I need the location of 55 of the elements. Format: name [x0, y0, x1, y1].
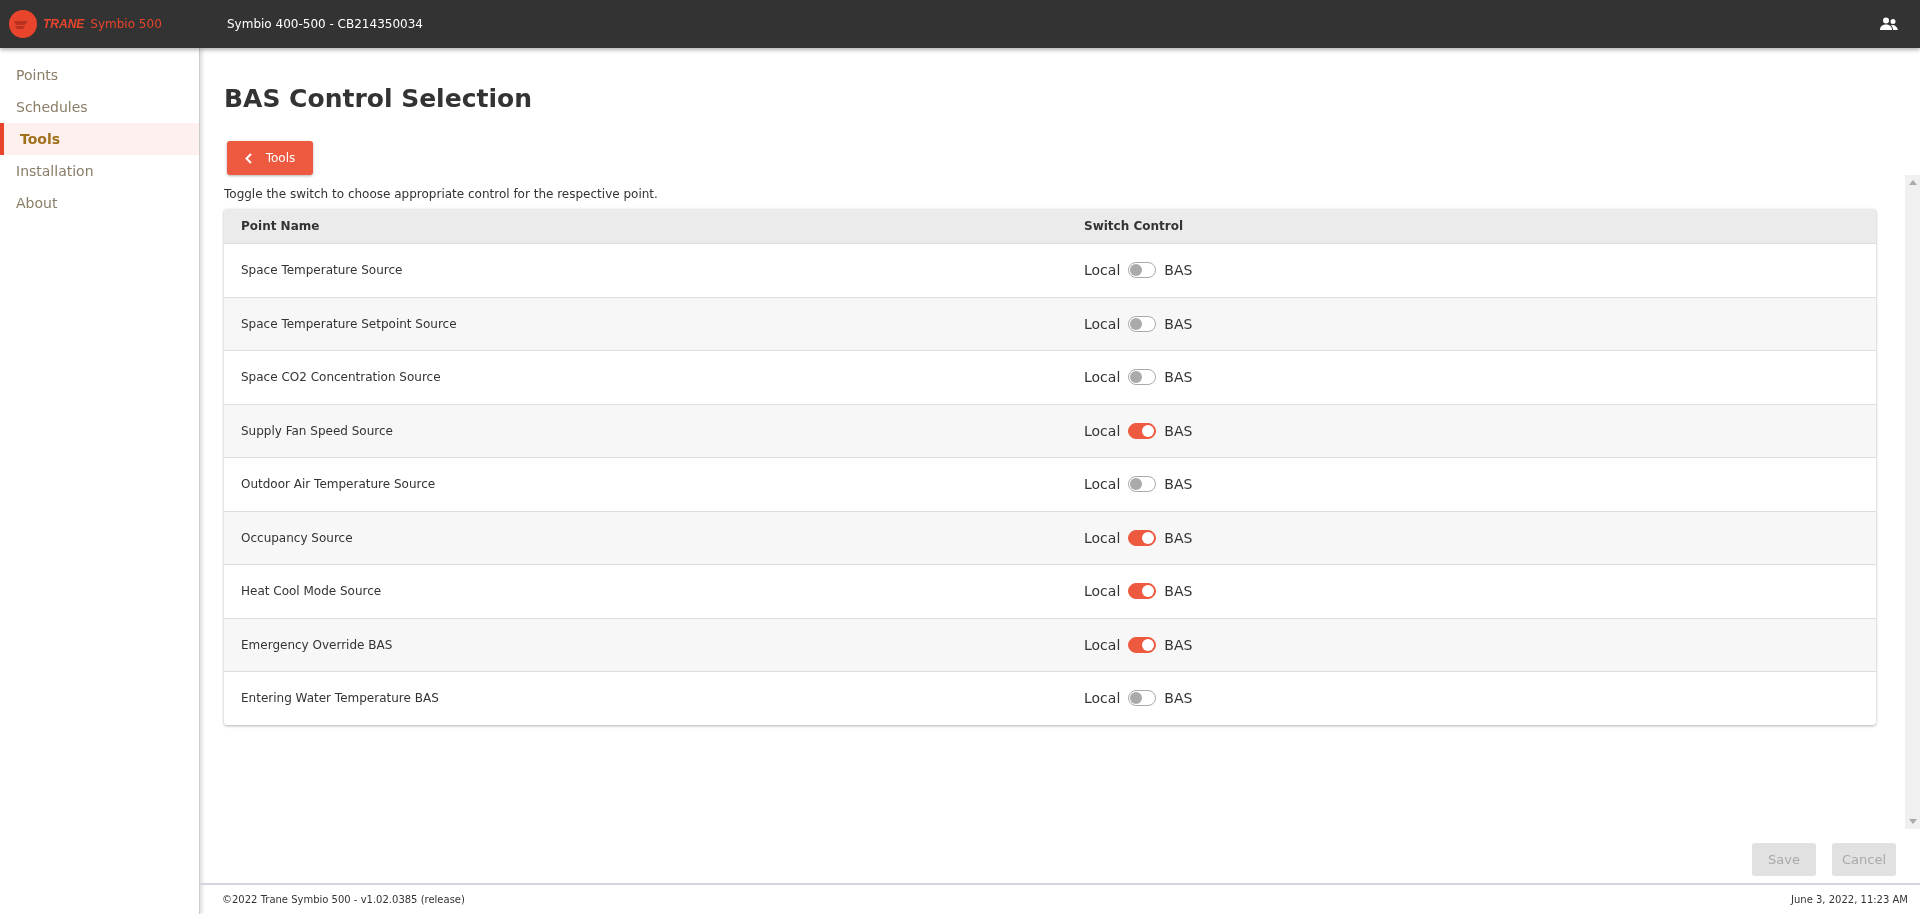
local-label: Local	[1084, 529, 1121, 546]
local-label: Local	[1084, 690, 1121, 707]
back-button[interactable]: Tools	[227, 141, 313, 175]
logo-icon	[9, 10, 37, 38]
point-name: Space Temperature Source	[240, 263, 404, 278]
column-header: Point Name	[240, 219, 321, 233]
toggle-switch[interactable]	[1128, 636, 1157, 653]
bas-label: BAS	[1164, 583, 1193, 600]
local-label: Local	[1084, 422, 1121, 439]
point-name: Heat Cool Mode Source	[240, 584, 383, 599]
nav-item[interactable]: Schedules	[0, 91, 199, 123]
local-label: Local	[1084, 476, 1121, 493]
nav-item[interactable]: Installation	[0, 155, 199, 187]
users-icon[interactable]	[1880, 17, 1898, 31]
nav-item[interactable]: Points	[0, 59, 199, 91]
copyright-text: ©2022 Trane Symbio 500 - v1.02.0385 (release)	[222, 894, 465, 905]
column-header: Switch Control	[1084, 219, 1184, 233]
bas-label: BAS	[1164, 690, 1193, 707]
bas-label: BAS	[1164, 636, 1193, 653]
toggle-switch[interactable]	[1128, 315, 1157, 332]
bas-label: BAS	[1164, 369, 1193, 386]
timestamp: June 3, 2022, 11:23 AM	[1791, 894, 1908, 905]
toggle-switch[interactable]	[1128, 476, 1157, 493]
local-label: Local	[1084, 636, 1121, 653]
local-label: Local	[1084, 262, 1121, 279]
point-name: Occupancy Source	[240, 530, 354, 545]
scrollbar[interactable]	[1905, 175, 1920, 829]
bas-label: BAS	[1164, 529, 1193, 546]
description-text: Toggle the switch to choose appropriate control for the respective point.	[224, 187, 659, 201]
point-name: Space CO2 Concentration Source	[240, 370, 442, 385]
toggle-switch[interactable]	[1128, 422, 1157, 439]
toggle-switch[interactable]	[1128, 529, 1157, 546]
bas-label: BAS	[1164, 476, 1193, 493]
page-title: BAS Control Selection	[224, 84, 533, 114]
point-name: Emergency Override BAS	[240, 637, 394, 652]
local-label: Local	[1084, 583, 1121, 600]
local-label: Local	[1084, 369, 1121, 386]
toggle-switch[interactable]	[1128, 583, 1157, 600]
point-name: Outdoor Air Temperature Source	[240, 477, 437, 492]
brand-name: TRANE	[43, 17, 85, 31]
toggle-switch[interactable]	[1128, 369, 1157, 386]
bas-label: BAS	[1164, 422, 1193, 439]
point-name: Space Temperature Setpoint Source	[240, 316, 458, 331]
chevron-left-icon	[244, 152, 252, 164]
local-label: Local	[1084, 315, 1121, 332]
nav-item[interactable]: About	[0, 187, 199, 219]
toggle-switch[interactable]	[1128, 262, 1157, 279]
point-name: Supply Fan Speed Source	[240, 423, 394, 438]
nav-item[interactable]: Tools	[0, 123, 199, 155]
toggle-switch[interactable]	[1128, 690, 1157, 707]
product-name: Symbio 500	[90, 17, 162, 31]
device-title: Symbio 400-500 - CB214350034	[227, 17, 424, 31]
point-name: Entering Water Temperature BAS	[240, 691, 440, 706]
bas-label: BAS	[1164, 315, 1193, 332]
bas-label: BAS	[1164, 262, 1193, 279]
